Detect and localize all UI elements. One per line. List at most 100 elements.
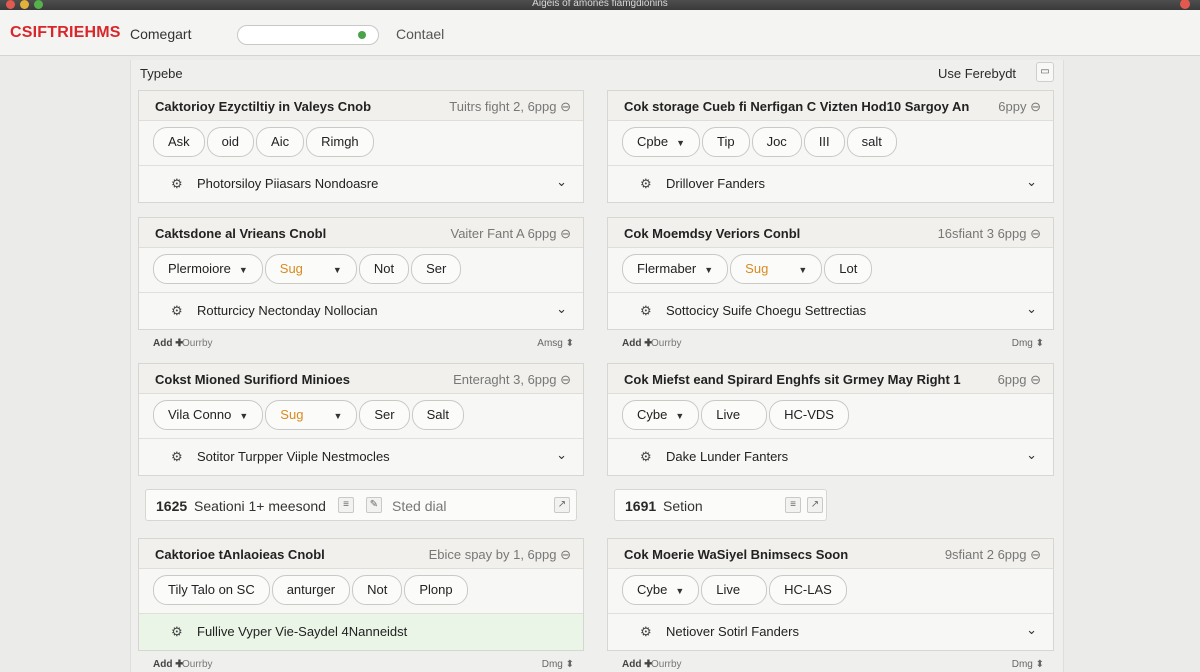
option-chip[interactable]: Plonp (404, 575, 468, 605)
user-menu-icon[interactable]: ▭ (1036, 62, 1054, 82)
section-number: 1691 (625, 498, 657, 514)
option-chip[interactable]: Salt (411, 400, 464, 430)
chip-label: Sug (745, 261, 769, 276)
option-chip[interactable]: HC-VDS (769, 400, 849, 430)
option-select[interactable]: Sug ▼ (264, 254, 357, 284)
chevron-down-icon[interactable]: ⌄ (556, 174, 567, 190)
card-footer[interactable]: ⚙ Netiover Sotirl Fanders ⌄ (608, 614, 1053, 650)
option-chip[interactable]: III (803, 127, 845, 157)
card-footer[interactable]: ⚙ Rotturcicy Nectonday Nollocian ⌄ (139, 293, 583, 329)
footer-label: Dake Lunder Fanters (666, 449, 789, 464)
chevron-down-icon[interactable]: ⌄ (1026, 447, 1037, 463)
card-header: Cokst Mioned Surifiord Minioes Enteraght… (139, 364, 583, 394)
chip-label: Sug (280, 407, 304, 422)
search-input[interactable] (237, 25, 379, 45)
card-meta[interactable]: Tuitrs fight 2, 6ppg ⊖ (449, 99, 571, 115)
option-chip[interactable]: oid (206, 127, 255, 157)
add-button[interactable]: Add ✚ (153, 338, 184, 349)
option-chip[interactable]: Not (352, 575, 403, 605)
edit-icon[interactable]: ✎ (366, 497, 382, 513)
add-button[interactable]: Add ✚ (622, 338, 653, 349)
card-subbar: Add ✚ Ourrby Dmg ⬍ (607, 333, 1054, 355)
sort-control[interactable]: Dmg ⬍ (1012, 659, 1044, 670)
card-footer[interactable]: ⚙ Photorsiloy Piiasars Nondoasre ⌄ (139, 166, 583, 202)
gear-icon: ⚙ (171, 624, 183, 639)
sort-control[interactable]: Amsg ⬍ (537, 338, 574, 349)
option-select[interactable]: Cpbe ▼ (622, 127, 700, 157)
user-label: Use Ferebydt (938, 66, 1017, 81)
option-select[interactable]: Plermoiore ▼ (153, 254, 263, 284)
card-meta[interactable]: 16sfiant 3 6ppg ⊖ (938, 226, 1041, 242)
option-chip[interactable]: Ser (411, 254, 462, 284)
option-chips: Cybe ▼ Live HC-LAS (622, 575, 847, 605)
config-card: Cok Miefst eand Spirard Enghfs sit Grmey… (607, 363, 1054, 476)
config-card: Caktsdone al Vrieans Cnobl Vaiter Fant A… (138, 217, 584, 330)
card-meta[interactable]: Ebice spay by 1, 6ppg ⊖ (429, 547, 571, 563)
option-select[interactable]: Flermaber ▼ (622, 254, 729, 284)
chevron-down-icon[interactable]: ⌄ (556, 447, 567, 463)
option-select[interactable]: Cybe ▼ (622, 400, 700, 430)
card-meta[interactable]: Vaiter Fant A 6ppg ⊖ (450, 226, 571, 242)
chevron-down-icon[interactable]: ⌄ (1026, 174, 1037, 190)
category-label: Ourrby (182, 338, 213, 349)
card-title: Cokst Mioned Surifiord Minioes (155, 372, 351, 387)
list-icon[interactable]: ≡ (785, 497, 801, 513)
brand-logo[interactable]: CSIFTRIEHMS (10, 24, 121, 42)
option-chip[interactable]: HC-LAS (769, 575, 847, 605)
option-chip[interactable]: Joc (751, 127, 802, 157)
expand-icon[interactable]: ↗ (554, 497, 570, 513)
option-chip[interactable]: salt (846, 127, 897, 157)
option-chip[interactable]: Not (358, 254, 410, 284)
footer-label: Sottocicy Suife Choegu Settrectias (666, 303, 867, 318)
add-button[interactable]: Add ✚ (153, 659, 184, 670)
expand-icon[interactable]: ↗ (807, 497, 823, 513)
search-status-icon (358, 31, 366, 39)
card-footer[interactable]: ⚙ Drillover Fanders ⌄ (608, 166, 1053, 202)
card-footer[interactable]: ⚙ Sotitor Turpper Viiple Nestmocles ⌄ (139, 439, 583, 475)
option-chips: Cpbe ▼ Tip Joc III salt (622, 127, 897, 157)
option-chip[interactable]: Live (701, 575, 768, 605)
section-row[interactable]: 1691 Setion ≡ ↗ (614, 489, 827, 521)
option-chip[interactable]: Tip (702, 127, 750, 157)
card-footer[interactable]: ⚙ Fullive Vyper Vie-Saydel 4Nanneidst (139, 614, 583, 650)
option-select[interactable]: Vila Conno ▼ (153, 400, 264, 430)
card-header: Caktorioe tAnlaoieas Cnobl Ebice spay by… (139, 539, 583, 569)
card-meta[interactable]: 6ppg ⊖ (998, 372, 1041, 388)
card-header: Caktsdone al Vrieans Cnobl Vaiter Fant A… (139, 218, 583, 248)
card-footer[interactable]: ⚙ Sottocicy Suife Choegu Settrectias ⌄ (608, 293, 1053, 329)
chevron-down-icon[interactable]: ⌄ (556, 301, 567, 317)
option-chips: Plermoiore ▼ Sug ▼ Not Ser (153, 254, 462, 284)
caret-down-icon: ▼ (676, 138, 685, 148)
option-chip[interactable]: Ask (153, 127, 205, 157)
section-row[interactable]: 1625 Seationi 1+ meesond ≡ ✎ Sted dial ↗ (145, 489, 577, 521)
option-chip[interactable]: Ser (359, 400, 410, 430)
chevron-down-icon[interactable]: ⌄ (1026, 622, 1037, 638)
list-icon[interactable]: ≡ (338, 497, 354, 513)
option-chip[interactable]: Lot (824, 254, 873, 284)
option-chips: Flermaber ▼ Sug ▼ Lot (622, 254, 873, 284)
card-meta[interactable]: 6ppy ⊖ (998, 99, 1041, 115)
nav-item[interactable]: Comegart (130, 26, 191, 42)
chevron-down-icon[interactable]: ⌄ (1026, 301, 1037, 317)
add-button[interactable]: Add ✚ (622, 659, 653, 670)
option-select[interactable]: Sug ▼ (265, 400, 358, 430)
option-chip[interactable]: Aic (256, 127, 305, 157)
config-card: Cokst Mioned Surifiord Minioes Enteraght… (138, 363, 584, 476)
chip-label: Plermoiore (168, 261, 231, 276)
option-chip[interactable]: Live (701, 400, 768, 430)
option-select[interactable]: Sug ▼ (730, 254, 823, 284)
config-card: Caktorioe tAnlaoieas Cnobl Ebice spay by… (138, 538, 584, 651)
card-title: Cok Moemdsy Veriors Conbl (624, 226, 801, 241)
option-chip[interactable]: anturger (271, 575, 351, 605)
nav-contact[interactable]: Contael (396, 26, 444, 42)
sort-control[interactable]: Dmg ⬍ (542, 659, 574, 670)
option-chip[interactable]: Tily Talo on SC (153, 575, 270, 605)
window-title: Aigeis of amones fiamgdionins (532, 0, 668, 9)
card-meta[interactable]: Enteraght 3, 6ppg ⊖ (453, 372, 571, 388)
card-meta[interactable]: 9sfiant 2 6ppg ⊖ (945, 547, 1041, 563)
sort-control[interactable]: Dmg ⬍ (1012, 338, 1044, 349)
card-footer[interactable]: ⚙ Dake Lunder Fanters ⌄ (608, 439, 1053, 475)
option-chips: Ask oid Aic Rimgh (153, 127, 374, 157)
option-chip[interactable]: Rimgh (306, 127, 374, 157)
option-select[interactable]: Cybe ▼ (622, 575, 700, 605)
